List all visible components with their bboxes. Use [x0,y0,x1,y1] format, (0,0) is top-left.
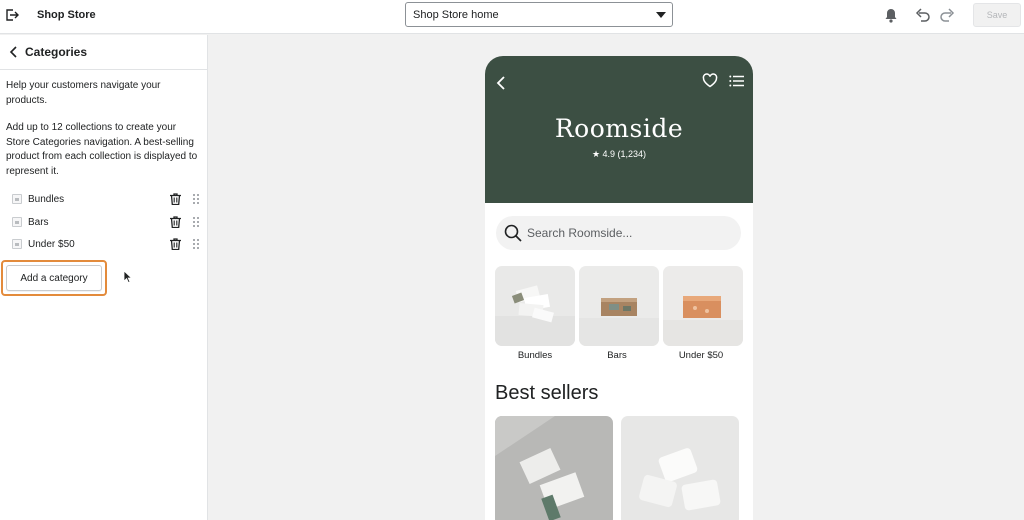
mouse-cursor-icon [123,270,133,284]
add-category-button[interactable]: Add a category [6,265,102,291]
category-label[interactable]: Bundles [28,194,64,205]
trash-icon[interactable] [169,216,181,228]
bell-icon[interactable] [881,5,901,25]
drag-handle-icon[interactable] [193,216,201,228]
category-thumbnail [12,194,22,204]
page-selector-value: Shop Store home [413,8,499,21]
sidebar-header: Categories [0,35,207,70]
exit-icon[interactable] [4,7,20,23]
search-icon [504,224,522,242]
category-tile-label[interactable]: Under $50 [661,350,741,361]
category-row[interactable]: Bars [0,212,208,232]
shop-title: Roomside [554,114,684,143]
redo-icon[interactable] [937,5,957,25]
category-tile-label[interactable]: Bundles [495,350,575,361]
shop-rating: ★ 4.9 (1,234) [591,149,647,159]
product-card[interactable] [621,416,739,520]
back-chevron-icon[interactable] [495,75,507,91]
category-thumbnail [12,239,22,249]
category-tile-under-50[interactable] [663,266,743,346]
save-button[interactable]: Save [973,3,1021,27]
help-text: Help your customers navigate your produc… [6,80,161,106]
search-placeholder: Search Roomside... [527,226,633,240]
search-input[interactable]: Search Roomside... [496,216,741,250]
top-bar: Shop Store Shop Store home Save [0,0,1024,34]
back-chevron-icon[interactable] [6,45,20,59]
trash-icon[interactable] [169,238,181,250]
sidebar-title: Categories [25,45,88,59]
category-label[interactable]: Bars [28,217,49,228]
chevron-down-icon [650,11,672,18]
menu-list-icon[interactable] [729,75,744,87]
category-label[interactable]: Under $50 [28,239,75,250]
drag-handle-icon[interactable] [193,193,201,205]
category-row[interactable]: Under $50 [0,234,208,254]
description-text: Add up to 12 collections to create your … [6,122,198,177]
mobile-preview: Roomside ★ 4.9 (1,234) Search Roomside..… [485,56,753,520]
category-tile-bars[interactable] [579,266,659,346]
shop-header: Roomside ★ 4.9 (1,234) [485,56,753,203]
best-sellers-title: Best sellers [495,382,599,404]
undo-icon[interactable] [913,5,933,25]
page-selector[interactable]: Shop Store home [405,2,673,27]
drag-handle-icon[interactable] [193,238,201,250]
category-tile-label[interactable]: Bars [577,350,657,361]
heart-icon[interactable] [702,73,718,88]
category-row[interactable]: Bundles [0,189,208,209]
trash-icon[interactable] [169,193,181,205]
product-card[interactable] [495,416,613,520]
category-tile-bundles[interactable] [495,266,575,346]
category-thumbnail [12,217,22,227]
store-name: Shop Store [37,9,96,21]
